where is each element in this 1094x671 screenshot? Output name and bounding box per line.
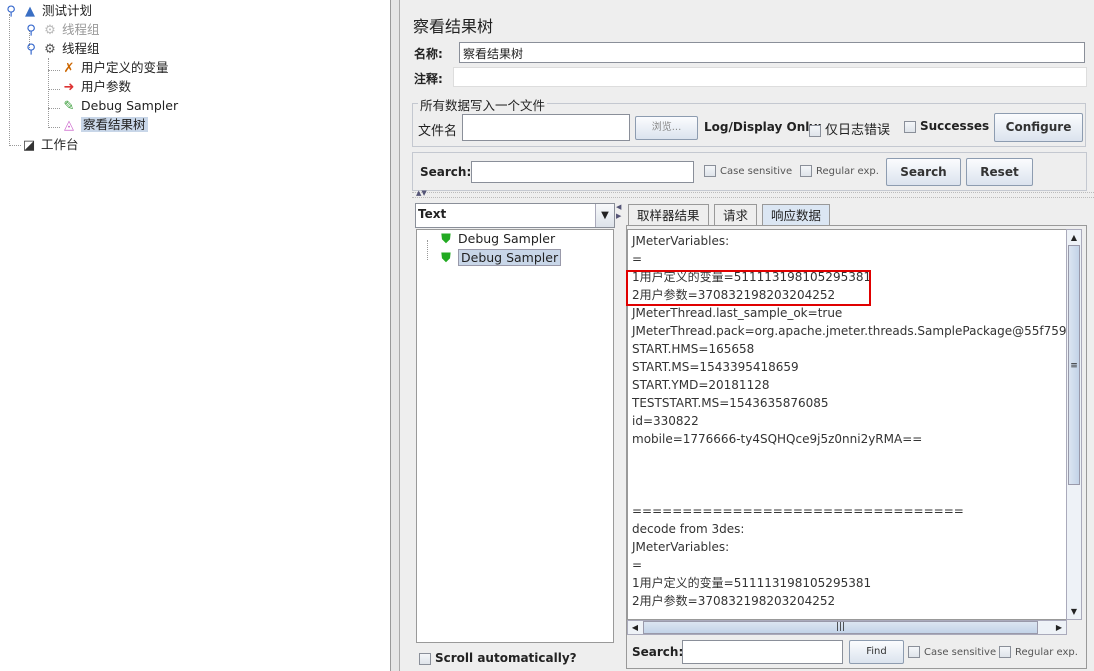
success-shield-icon: ⛊ <box>441 250 451 266</box>
result-item[interactable]: ⛊ Debug Sampler <box>437 230 555 248</box>
regex-checkbox[interactable]: Regular exp. <box>800 165 879 177</box>
successes-checkbox[interactable]: Successes <box>904 119 989 133</box>
tree-node-user-defined-variables[interactable]: ✗ 用户定义的变量 <box>60 59 169 77</box>
response-line: = <box>632 252 643 266</box>
response-line: JMeterThread.pack=org.apache.jmeter.thre… <box>632 324 1067 338</box>
errors-checkbox[interactable]: 仅日志错误 <box>809 119 890 138</box>
name-label: 名称: <box>414 47 443 61</box>
success-shield-icon: ⛊ <box>441 231 451 247</box>
response-line: mobile=1776666-ty4SQHQce9j5z0nni2yRMA== <box>632 432 923 446</box>
response-line <box>632 448 1062 466</box>
tree-node-thread-group[interactable]: ⚲ ⚙ 线程组 <box>24 40 99 58</box>
comment-label: 注释: <box>414 72 443 86</box>
highlight-box <box>626 270 871 306</box>
tree-node-thread-group-disabled[interactable]: ⚲ ⚙ 线程组 <box>24 21 99 39</box>
response-line: START.MS=1543395418659 <box>632 360 799 374</box>
expand-handle-icon[interactable]: ⚲ <box>24 23 38 39</box>
response-line <box>632 484 1062 502</box>
vertical-scrollbar[interactable]: ▲ ≡ ▼ <box>1066 229 1082 620</box>
tree-node-view-results-tree[interactable]: ◬ 察看结果树 <box>60 116 148 134</box>
configure-button[interactable]: Configure <box>994 113 1083 142</box>
find-label: Search: <box>632 645 684 659</box>
tree-node-workbench[interactable]: ◪ 工作台 <box>20 136 79 154</box>
checkbox-icon[interactable] <box>999 646 1011 658</box>
checkbox-icon[interactable] <box>809 124 821 137</box>
response-line: START.YMD=20181128 <box>632 378 770 392</box>
checkbox-icon[interactable] <box>419 652 431 665</box>
find-input[interactable] <box>682 640 843 664</box>
results-tree: ⛊ Debug Sampler ⛊ Debug Sampler <box>416 229 614 643</box>
response-line: JMeterVariables: <box>632 234 730 248</box>
workbench-icon: ◪ <box>22 137 36 153</box>
result-item-selected[interactable]: ⛊ Debug Sampler <box>437 249 562 267</box>
tab-response-data[interactable]: 响应数据 <box>762 204 831 226</box>
search-label: Search: <box>420 165 472 179</box>
response-line: = <box>632 558 643 572</box>
scroll-down-icon[interactable]: ▼ <box>1067 604 1081 619</box>
scroll-left-icon[interactable]: ◀ <box>628 621 642 634</box>
find-button[interactable]: Find <box>849 640 904 664</box>
checkbox-icon[interactable] <box>704 165 716 177</box>
tree-node-debug-sampler[interactable]: ✎ Debug Sampler <box>60 97 179 115</box>
comment-input[interactable] <box>453 67 1087 87</box>
name-input[interactable]: 察看结果树 <box>459 42 1085 63</box>
find-regex-checkbox[interactable]: Regular exp. <box>999 646 1078 658</box>
tools-icon: ✗ <box>63 60 75 76</box>
checkbox-icon[interactable] <box>800 165 812 177</box>
tab-sampler-result[interactable]: 取样器结果 <box>628 204 709 226</box>
gear-icon: ⚙ <box>44 41 56 57</box>
scroll-thumb[interactable]: ≡ <box>1068 245 1080 485</box>
renderer-select[interactable]: Text ▼ <box>415 203 615 228</box>
response-line: 2用户参数=370832198203204252 <box>632 594 836 608</box>
expand-handle-icon[interactable]: ⚲ <box>24 42 38 58</box>
arrow-doc-icon: ➜ <box>63 79 75 95</box>
response-line: ================================= <box>632 504 964 518</box>
collapse-arrows-icon[interactable]: ◀ ▶ <box>616 203 624 223</box>
test-plan-tree: ⚲ ▲ 测试计划 ⚲ ⚙ 线程组 ⚲ ⚙ 线程组 ✗ 用户定义的变量 ➜ 用户参数 ✎ Debug… <box>0 0 391 671</box>
log-display-label: Log/Display Only: <box>704 120 822 134</box>
page-title: 察看结果树 <box>413 17 494 36</box>
find-case-checkbox[interactable]: Case sensitive <box>908 646 996 658</box>
filename-input[interactable] <box>462 114 630 141</box>
reset-button[interactable]: Reset <box>966 158 1033 186</box>
search-input[interactable] <box>471 161 694 183</box>
search-button[interactable]: Search <box>886 158 961 186</box>
response-line: START.HMS=165658 <box>632 342 755 356</box>
checkbox-icon[interactable] <box>904 120 916 133</box>
file-legend: 所有数据写入一个文件 <box>418 95 548 114</box>
vertical-splitter[interactable] <box>412 192 1094 198</box>
scroll-automatically-checkbox[interactable]: Scroll automatically? <box>419 651 577 665</box>
scroll-up-icon[interactable]: ▲ <box>1067 230 1081 245</box>
response-line <box>632 466 1062 484</box>
split-divider[interactable] <box>391 0 400 671</box>
tree-node-user-parameters[interactable]: ➜ 用户参数 <box>60 78 131 96</box>
browse-button[interactable]: 浏览... <box>635 116 698 140</box>
h-scroll-thumb[interactable]: ||| <box>643 621 1038 634</box>
tab-request[interactable]: 请求 <box>714 204 758 226</box>
case-sensitive-checkbox[interactable]: Case sensitive <box>704 165 792 177</box>
response-line: id=330822 <box>632 414 699 428</box>
response-line: 1用户定义的变量=511113198105295381 <box>632 576 872 590</box>
response-line: decode from 3des: <box>632 522 745 536</box>
gear-icon: ⚙ <box>44 22 56 38</box>
response-line: JMeterThread.last_sample_ok=true <box>632 306 843 320</box>
checkbox-icon[interactable] <box>908 646 920 658</box>
horizontal-scrollbar[interactable]: ◀ ||| ▶ <box>627 620 1067 635</box>
scroll-right-icon[interactable]: ▶ <box>1052 621 1066 634</box>
response-line: TESTSTART.MS=1543635876085 <box>632 396 829 410</box>
chart-icon: ◬ <box>64 117 74 133</box>
filename-label: 文件名 <box>418 124 458 139</box>
splitter-arrows-icon[interactable]: ▲▼ <box>416 189 427 197</box>
tree-node-test-plan[interactable]: ⚲ ▲ 测试计划 <box>4 2 92 20</box>
expand-handle-icon[interactable]: ⚲ <box>4 4 18 20</box>
test-plan-icon: ▲ <box>25 3 35 19</box>
pipette-icon: ✎ <box>63 98 75 114</box>
response-line: JMeterVariables: <box>632 540 730 554</box>
chevron-down-icon[interactable]: ▼ <box>595 204 614 227</box>
